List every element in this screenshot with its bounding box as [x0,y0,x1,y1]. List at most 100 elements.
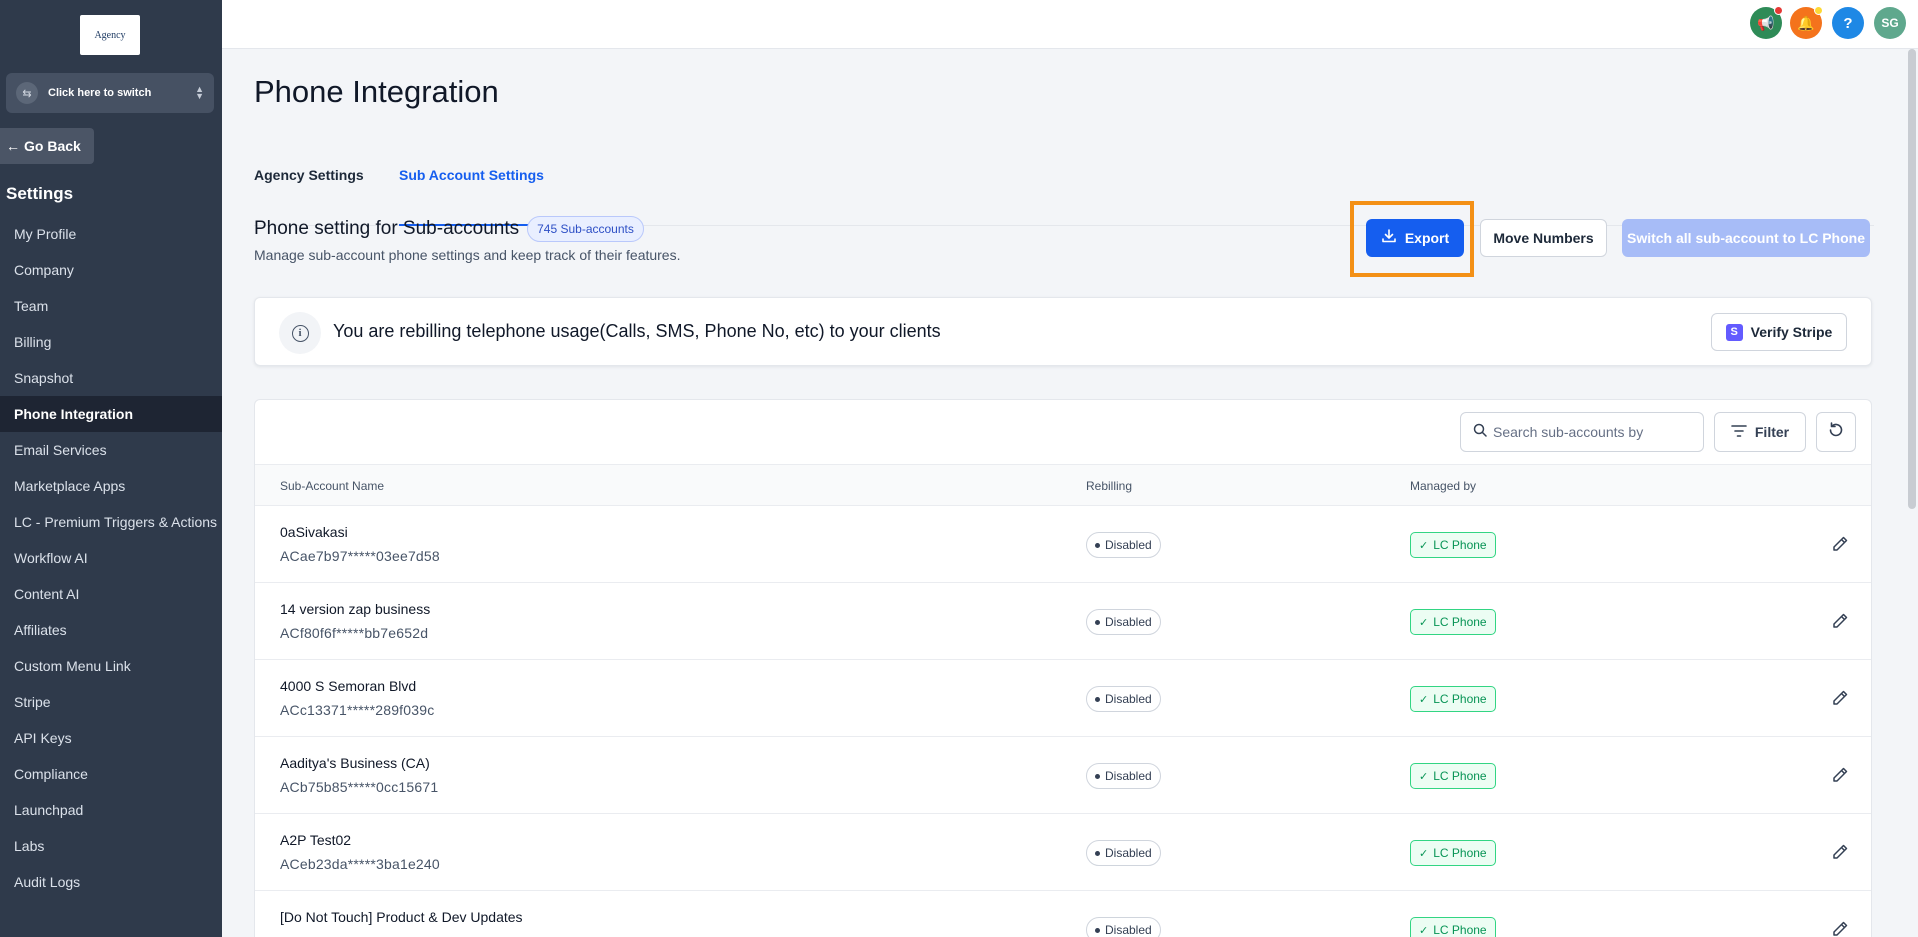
sidebar-item-content-ai[interactable]: Content AI [0,576,222,612]
section-title: Phone setting for Sub-accounts 745 Sub-a… [254,216,644,242]
sidebar-item-affiliates[interactable]: Affiliates [0,612,222,648]
sidebar-item-phone-integration[interactable]: Phone Integration [0,396,222,432]
managed-by-label: LC Phone [1433,615,1487,629]
export-button[interactable]: Export [1366,219,1464,257]
page-scrollbar-thumb[interactable] [1908,49,1916,509]
table-row[interactable]: [Do Not Touch] Product & Dev Updates Disa… [255,891,1871,937]
filter-button[interactable]: Filter [1714,412,1806,452]
table-row[interactable]: 14 version zap business ACf80f6f*****bb7e… [255,583,1871,660]
pencil-icon[interactable] [1828,532,1852,556]
managed-by-badge: ✓ LC Phone [1410,917,1496,937]
managed-by-badge: ✓ LC Phone [1410,763,1496,789]
managed-by-badge: ✓ LC Phone [1410,532,1496,558]
sidebar-item-team[interactable]: Team [0,288,222,324]
go-back-button[interactable]: ← Go Back [0,128,94,164]
stripe-icon: S [1725,323,1743,341]
sub-account-name[interactable]: A2P Test02 [280,832,351,848]
verify-stripe-button[interactable]: S Verify Stripe [1711,313,1847,351]
sub-account-name[interactable]: 0aSivakasi [280,524,348,540]
managed-by-label: LC Phone [1433,538,1487,552]
arrow-left-icon: ← [6,138,20,154]
switcher-label: Click here to switch [48,87,152,99]
refresh-icon [1827,421,1845,444]
sidebar-item-billing[interactable]: Billing [0,324,222,360]
pencil-icon[interactable] [1828,686,1852,710]
status-dot [1095,927,1100,933]
chevron-updown-icon: ▲ ▼ [195,84,204,101]
sidebar-item-compliance[interactable]: Compliance [0,756,222,792]
sub-account-sid: ACb75b85*****0cc15671 [280,779,439,795]
pencil-icon[interactable] [1828,609,1852,633]
sub-account-name[interactable]: [Do Not Touch] Product & Dev Updates [280,909,523,925]
rebilling-status-badge: Disabled [1086,686,1161,712]
account-switcher[interactable]: ⇆ Click here to switch ▲ ▼ [6,73,214,113]
sidebar-item-audit-logs[interactable]: Audit Logs [0,864,222,900]
table-row[interactable]: 0aSivakasi ACae7b97*****03ee7d58 Disabled ✓… [255,506,1871,583]
sidebar-item-custom-menu-link[interactable]: Custom Menu Link [0,648,222,684]
rebilling-status-label: Disabled [1105,538,1152,552]
sub-account-name[interactable]: 4000 S Semoran Blvd [280,678,416,694]
agency-logo[interactable]: Agency [80,15,140,55]
sidebar-item-labs[interactable]: Labs [0,828,222,864]
managed-by-badge: ✓ LC Phone [1410,686,1496,712]
export-label: Export [1404,230,1450,246]
check-icon: ✓ [1419,770,1429,783]
announcement-icon[interactable]: 📢 [1750,6,1783,39]
avatar[interactable]: SG [1874,7,1906,39]
sidebar-item-my-profile[interactable]: My Profile [0,216,222,252]
tab-agency-settings[interactable]: Agency Settings [254,145,364,226]
table-row[interactable]: A2P Test02 ACeb23da*****3ba1e240 Disabled ✓… [255,814,1871,891]
sidebar-item-email-services[interactable]: Email Services [0,432,222,468]
rebilling-status-badge: Disabled [1086,840,1161,866]
sidebar-item-marketplace-apps[interactable]: Marketplace Apps [0,468,222,504]
sidebar-item-stripe[interactable]: Stripe [0,684,222,720]
managed-by-label: LC Phone [1433,846,1487,860]
sidebar: Agency ⇆ Click here to switch ▲ ▼ ← Go Ba… [0,0,222,937]
sub-account-name[interactable]: 14 version zap business [280,601,430,617]
sidebar-item-company[interactable]: Company [0,252,222,288]
check-icon: ✓ [1419,539,1429,552]
sub-account-count-badge: 745 Sub-accounts [527,216,644,242]
sidebar-item-workflow-ai[interactable]: Workflow AI [0,540,222,576]
main-content: Phone Integration Agency Settings Sub Ac… [222,49,1906,937]
page-title: Phone Integration [254,74,499,109]
settings-heading: Settings [6,184,74,203]
help-icon[interactable]: ? [1832,7,1864,39]
notification-bell-icon-glyph: 🔔 [1797,14,1815,31]
settings-nav: My Profile Company Team Billing Snapshot Phon… [0,216,222,900]
announcement-icon-glyph: 📢 [1757,14,1775,31]
column-header-managed-by: Managed by [1410,479,1477,493]
column-header-rebilling: Rebilling [1086,479,1133,493]
sidebar-item-api-keys[interactable]: API Keys [0,720,222,756]
rebilling-status-badge: Disabled [1086,763,1161,789]
table-row[interactable]: Aaditya's Business (CA) ACb75b85*****0cc1… [255,737,1871,814]
search-input[interactable] [1493,424,1663,440]
top-bar: 📢 🔔? SG [222,0,1918,49]
managed-by-label: LC Phone [1433,769,1487,783]
tab-sub-account-settings[interactable]: Sub Account Settings [399,145,544,226]
check-icon: ✓ [1419,616,1429,629]
move-numbers-button[interactable]: Move Numbers [1480,219,1607,257]
pencil-icon[interactable] [1828,840,1852,864]
pencil-icon[interactable] [1828,917,1852,937]
sub-accounts-table: Filter Sub-Account Name Rebilling Manage… [254,399,1872,937]
search-box[interactable] [1460,412,1704,452]
sidebar-item-launchpad[interactable]: Launchpad [0,792,222,828]
refresh-button[interactable] [1816,412,1856,452]
managed-by-badge: ✓ LC Phone [1410,840,1496,866]
sidebar-item-snapshot[interactable]: Snapshot [0,360,222,396]
rebilling-status-label: Disabled [1105,615,1152,629]
table-row[interactable]: 4000 S Semoran Blvd ACc13371*****289f039c… [255,660,1871,737]
sub-account-sid: ACc13371*****289f039c [280,702,435,718]
check-icon: ✓ [1419,847,1429,860]
filter-icon [1731,424,1747,441]
pencil-icon[interactable] [1828,763,1852,787]
sidebar-item-lc-premium-triggers-actions[interactable]: LC - Premium Triggers & Actions [0,504,222,540]
status-dot [1095,542,1100,548]
rebilling-status-label: Disabled [1105,692,1152,706]
switch-all-lc-phone-button[interactable]: Switch all sub-account to LC Phone [1622,219,1870,257]
notification-bell-icon[interactable]: 🔔 [1790,6,1823,39]
sub-account-name[interactable]: Aaditya's Business (CA) [280,755,430,771]
settings-tabs: Agency Settings Sub Account Settings [254,145,1874,226]
section-subtitle: Manage sub-account phone settings and ke… [254,247,681,263]
